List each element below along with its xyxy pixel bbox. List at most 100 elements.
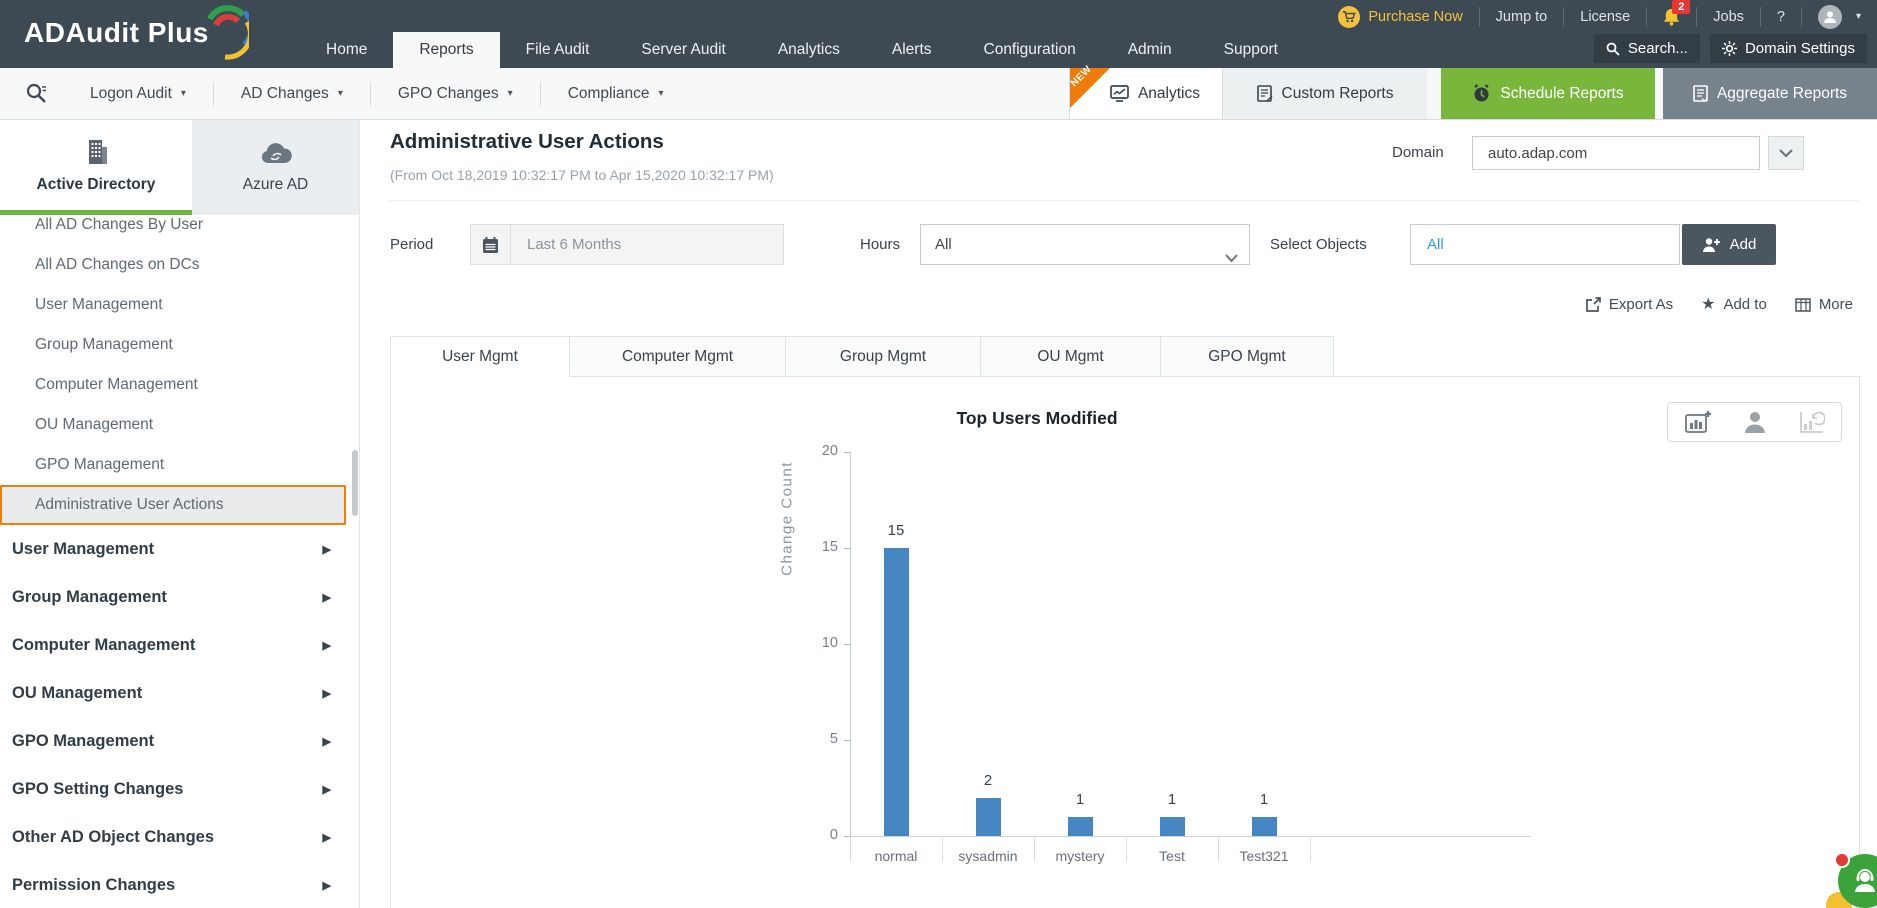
schedule-reports-button[interactable]: Schedule Reports xyxy=(1441,68,1655,119)
section-label: Group Management xyxy=(12,587,167,606)
jobs-link[interactable]: Jobs xyxy=(1696,6,1760,27)
bar-Test321[interactable] xyxy=(1251,816,1277,836)
main-nav: Home Reports File Audit Server Audit Ana… xyxy=(300,32,1304,68)
tab-azure-ad-label: Azure AD xyxy=(242,176,309,193)
sidebar-item-computer-management[interactable]: Computer Management xyxy=(0,365,359,405)
bar-value-label: 1 xyxy=(1259,790,1269,808)
building-icon xyxy=(89,139,107,164)
section-user-management[interactable]: User Management ▶ xyxy=(0,525,359,573)
aggregate-reports-label: Aggregate Reports xyxy=(1716,84,1848,102)
nav-item-home[interactable]: Home xyxy=(300,32,393,68)
x-category-label: Test321 xyxy=(1239,848,1289,864)
analytics-button[interactable]: NEW Analytics xyxy=(1069,64,1222,119)
schedule-reports-label: Schedule Reports xyxy=(1500,84,1624,102)
tab-computer-mgmt[interactable]: Computer Mgmt xyxy=(570,336,786,377)
report-search-icon[interactable] xyxy=(26,83,47,104)
section-computer-management[interactable]: Computer Management ▶ xyxy=(0,621,359,669)
app-logo[interactable]: ADAudit Plus xyxy=(24,5,249,60)
y-tick-mark xyxy=(844,548,850,549)
x-category-label: Test xyxy=(1159,848,1185,864)
notifications-button[interactable]: 2 xyxy=(1646,0,1696,27)
chevron-down-icon: ▾ xyxy=(658,88,664,99)
bar-sysadmin[interactable] xyxy=(975,797,1001,836)
custom-reports-button[interactable]: Custom Reports xyxy=(1222,68,1427,119)
nav-item-file-audit[interactable]: File Audit xyxy=(500,32,616,68)
menu-logon-audit-label: Logon Audit xyxy=(90,84,172,102)
nav-item-analytics[interactable]: Analytics xyxy=(752,32,866,68)
menu-compliance-label: Compliance xyxy=(567,84,650,102)
y-tick-label: 20 xyxy=(821,443,838,459)
section-group-management[interactable]: Group Management ▶ xyxy=(0,573,359,621)
sidebar-item-all-ad-changes-on-dcs[interactable]: All AD Changes on DCs xyxy=(0,245,359,285)
y-tick-mark xyxy=(844,644,850,645)
search-label: Search... xyxy=(1627,40,1688,57)
tab-ou-mgmt[interactable]: OU Mgmt xyxy=(981,336,1161,377)
avatar-icon xyxy=(1817,4,1842,29)
bar-value-label: 1 xyxy=(1075,790,1085,808)
tab-group-mgmt[interactable]: Group Mgmt xyxy=(786,336,981,377)
menu-gpo-changes[interactable]: GPO Changes ▾ xyxy=(371,81,541,106)
purchase-now-link[interactable]: Purchase Now xyxy=(1322,5,1478,28)
nav-item-reports[interactable]: Reports xyxy=(393,32,500,68)
tab-gpo-mgmt[interactable]: GPO Mgmt xyxy=(1161,336,1334,377)
license-link[interactable]: License xyxy=(1563,6,1646,27)
section-ou-management[interactable]: OU Management ▶ xyxy=(0,669,359,717)
y-tick-label: 15 xyxy=(821,539,838,555)
bar-Test[interactable] xyxy=(1159,816,1185,836)
tab-azure-ad[interactable]: Azure AD xyxy=(192,120,359,215)
menu-gpo-changes-label: GPO Changes xyxy=(397,84,499,102)
help-label: ? xyxy=(1776,8,1785,25)
chevron-right-icon: ▶ xyxy=(322,831,331,844)
help-button[interactable]: ? xyxy=(1759,6,1801,27)
tab-active-directory[interactable]: Active Directory xyxy=(0,120,192,215)
tab-user-mgmt[interactable]: User Mgmt xyxy=(390,336,570,377)
sidebar-item-group-management[interactable]: Group Management xyxy=(0,325,359,365)
search-button[interactable]: Search... xyxy=(1593,34,1700,63)
custom-reports-label: Custom Reports xyxy=(1281,84,1394,102)
section-label: OU Management xyxy=(12,683,143,702)
section-gpo-setting-changes[interactable]: GPO Setting Changes ▶ xyxy=(0,765,359,813)
aggregate-reports-icon xyxy=(1693,84,1708,102)
chevron-right-icon: ▶ xyxy=(322,639,331,652)
report-list: All AD Changes By User All AD Changes on… xyxy=(0,205,359,525)
notification-badge: 2 xyxy=(1672,0,1691,14)
nav-item-support[interactable]: Support xyxy=(1198,32,1304,68)
y-tick-mark xyxy=(844,740,850,741)
sidebar-item-ou-management[interactable]: OU Management xyxy=(0,405,359,445)
x-category-label: normal xyxy=(874,848,918,864)
chevron-right-icon: ▶ xyxy=(322,783,331,796)
section-label: User Management xyxy=(12,539,155,558)
section-permission-changes[interactable]: Permission Changes ▶ xyxy=(0,861,359,908)
sidebar-item-gpo-management[interactable]: GPO Management xyxy=(0,445,359,485)
aggregate-reports-button[interactable]: Aggregate Reports xyxy=(1663,68,1877,119)
subnav-actions: NEW Analytics Custom Reports Schedule Re… xyxy=(1069,64,1877,119)
menu-compliance[interactable]: Compliance ▾ xyxy=(541,82,691,106)
menu-ad-changes[interactable]: AD Changes ▾ xyxy=(214,81,371,106)
nav-item-server-audit[interactable]: Server Audit xyxy=(615,32,751,68)
nav-right-tools: Search... Domain Settings xyxy=(1593,34,1867,63)
custom-reports-icon xyxy=(1256,84,1272,102)
x-axis-line xyxy=(850,836,1530,837)
bar-normal[interactable] xyxy=(883,548,909,836)
domain-settings-button[interactable]: Domain Settings xyxy=(1709,34,1867,63)
jump-to-link[interactable]: Jump to xyxy=(1478,6,1564,27)
bar-mystery[interactable] xyxy=(1067,816,1093,836)
nav-item-configuration[interactable]: Configuration xyxy=(958,32,1102,68)
x-tick-mark xyxy=(1310,836,1311,862)
nav-item-admin[interactable]: Admin xyxy=(1102,32,1198,68)
y-tick-label: 10 xyxy=(821,635,838,651)
chevron-down-icon: ▾ xyxy=(507,88,513,99)
nav-item-alerts[interactable]: Alerts xyxy=(866,32,958,68)
section-other-ad-object-changes[interactable]: Other AD Object Changes ▶ xyxy=(0,813,359,861)
sidebar-item-user-management[interactable]: User Management xyxy=(0,285,359,325)
chevron-right-icon: ▶ xyxy=(322,543,331,556)
chevron-down-icon: ▾ xyxy=(337,88,343,99)
purchase-now-label: Purchase Now xyxy=(1368,8,1463,25)
schedule-clock-icon xyxy=(1474,84,1490,102)
sidebar-item-administrative-user-actions[interactable]: Administrative User Actions xyxy=(0,485,346,525)
account-menu[interactable]: ▾ xyxy=(1800,4,1877,29)
chat-notification-dot xyxy=(1834,852,1850,868)
menu-logon-audit[interactable]: Logon Audit ▾ xyxy=(63,81,214,106)
chevron-right-icon: ▶ xyxy=(322,879,331,892)
section-gpo-management[interactable]: GPO Management ▶ xyxy=(0,717,359,765)
